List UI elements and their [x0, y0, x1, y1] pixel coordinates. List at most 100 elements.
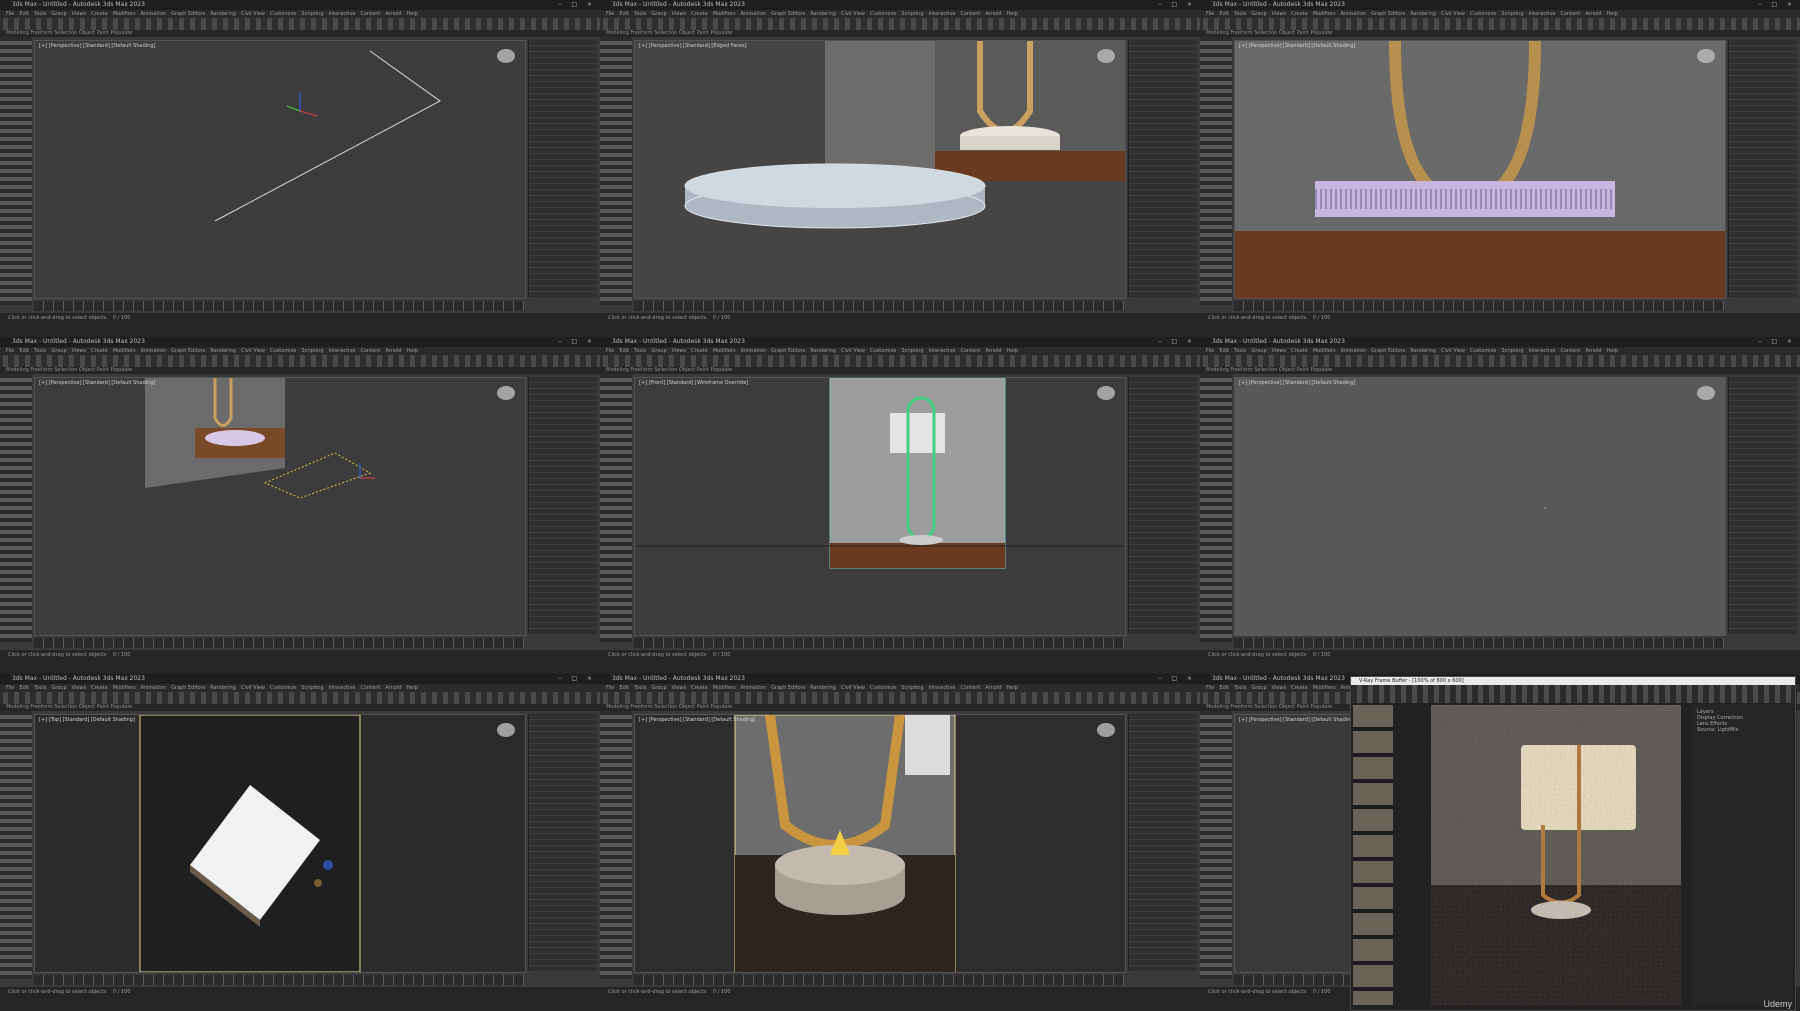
- menu-item[interactable]: Arnold: [385, 11, 401, 17]
- ribbon-tabs[interactable]: Modeling Freeform Selection Object Paint…: [600, 30, 1200, 37]
- menu-item[interactable]: Interactive: [329, 348, 356, 354]
- menu-item[interactable]: Customize: [870, 685, 896, 691]
- menu-bar[interactable]: File Edit Tools Group Views Create Modifiers An…: [0, 347, 600, 355]
- menu-item[interactable]: Group: [651, 348, 666, 354]
- window-controls[interactable]: – □ ×: [558, 337, 596, 347]
- menu-item[interactable]: Scripting: [1501, 11, 1523, 17]
- main-toolbar[interactable]: [600, 692, 1200, 704]
- left-tool-strip[interactable]: [1200, 374, 1232, 642]
- menu-item[interactable]: Animation: [1341, 11, 1367, 17]
- menu-item[interactable]: Views: [72, 11, 86, 17]
- viewport-label[interactable]: [+] [Front] [Standard] [Wireframe Overri…: [639, 380, 748, 386]
- menu-item[interactable]: Graph Editors: [171, 348, 205, 354]
- menu-item[interactable]: Scripting: [301, 348, 323, 354]
- viewport[interactable]: [+] [Perspective] [Standard] [Default Sh…: [634, 714, 1126, 973]
- menu-item[interactable]: Graph Editors: [771, 348, 805, 354]
- menu-item[interactable]: Content: [360, 11, 380, 17]
- menu-item[interactable]: Group: [651, 11, 666, 17]
- main-toolbar[interactable]: [1200, 355, 1800, 367]
- menu-item[interactable]: Tools: [634, 11, 646, 17]
- menu-item[interactable]: Help: [1607, 348, 1618, 354]
- menu-item[interactable]: Views: [672, 11, 686, 17]
- menu-item[interactable]: Customize: [270, 685, 296, 691]
- main-toolbar[interactable]: [0, 692, 600, 704]
- menu-item[interactable]: Civil View: [841, 11, 865, 17]
- menu-item[interactable]: Customize: [1470, 11, 1496, 17]
- menu-item[interactable]: Content: [1560, 348, 1580, 354]
- menu-bar[interactable]: File Edit Tools Group Views Create Modifiers An…: [600, 347, 1200, 355]
- menu-item[interactable]: Scripting: [301, 11, 323, 17]
- time-slider[interactable]: [634, 638, 1124, 648]
- menu-item[interactable]: File: [1206, 685, 1214, 691]
- menu-item[interactable]: Animation: [141, 685, 167, 691]
- menu-item[interactable]: Tools: [34, 685, 46, 691]
- menu-item[interactable]: Customize: [870, 348, 896, 354]
- menu-item[interactable]: Rendering: [810, 685, 836, 691]
- left-tool-strip[interactable]: [0, 711, 32, 979]
- menu-item[interactable]: Create: [691, 348, 708, 354]
- menu-item[interactable]: Graph Editors: [171, 685, 205, 691]
- menu-item[interactable]: Interactive: [329, 685, 356, 691]
- menu-item[interactable]: Modifiers: [713, 11, 736, 17]
- menu-item[interactable]: Customize: [1470, 348, 1496, 354]
- viewcube-icon[interactable]: [497, 723, 515, 737]
- command-panel[interactable]: [1128, 714, 1197, 971]
- menu-item[interactable]: Group: [651, 685, 666, 691]
- viewport[interactable]: [+] [Perspective] [Standard] [Default Sh…: [1234, 40, 1726, 299]
- menu-item[interactable]: Modifiers: [713, 348, 736, 354]
- ribbon-tabs[interactable]: Modeling Freeform Selection Object Paint…: [0, 30, 600, 37]
- menu-item[interactable]: File: [606, 348, 614, 354]
- menu-item[interactable]: Tools: [34, 348, 46, 354]
- viewport-label[interactable]: [+] [Perspective] [Standard] [Default Sh…: [639, 717, 755, 723]
- menu-item[interactable]: Views: [672, 685, 686, 691]
- menu-item[interactable]: Graph Editors: [771, 685, 805, 691]
- menu-item[interactable]: File: [606, 685, 614, 691]
- menu-item[interactable]: Views: [1272, 685, 1286, 691]
- menu-item[interactable]: Help: [1007, 685, 1018, 691]
- menu-item[interactable]: Edit: [1219, 348, 1229, 354]
- left-tool-strip[interactable]: [0, 374, 32, 642]
- left-tool-strip[interactable]: [600, 374, 632, 642]
- ribbon-tabs[interactable]: Modeling Freeform Selection Object Paint…: [600, 704, 1200, 711]
- main-toolbar[interactable]: [1200, 18, 1800, 30]
- main-toolbar[interactable]: [0, 18, 600, 30]
- menu-item[interactable]: Civil View: [1441, 348, 1465, 354]
- menu-item[interactable]: Interactive: [929, 348, 956, 354]
- viewcube-icon[interactable]: [1097, 723, 1115, 737]
- main-toolbar[interactable]: [600, 18, 1200, 30]
- viewport[interactable]: [+] [Perspective] [Standard] [Default Sh…: [1234, 377, 1726, 636]
- vray-frame-buffer-window[interactable]: V-Ray Frame Buffer - [100% of 800 x 600]…: [1350, 676, 1796, 1011]
- menu-item[interactable]: Rendering: [210, 11, 236, 17]
- viewport-label[interactable]: [+] [Perspective] [Standard] [Default Sh…: [1239, 43, 1355, 49]
- ribbon-tabs[interactable]: Modeling Freeform Selection Object Paint…: [600, 367, 1200, 374]
- time-slider[interactable]: [1234, 301, 1724, 311]
- menu-item[interactable]: Content: [960, 685, 980, 691]
- time-slider[interactable]: [34, 638, 524, 648]
- menu-item[interactable]: Group: [1251, 348, 1266, 354]
- time-slider[interactable]: [34, 301, 524, 311]
- menu-item[interactable]: Civil View: [241, 685, 265, 691]
- menu-item[interactable]: Arnold: [1585, 348, 1601, 354]
- time-slider[interactable]: [34, 975, 524, 985]
- time-slider[interactable]: [634, 975, 1124, 985]
- left-tool-strip[interactable]: [0, 37, 32, 305]
- menu-item[interactable]: Group: [51, 11, 66, 17]
- menu-item[interactable]: Interactive: [929, 685, 956, 691]
- viewport[interactable]: [+] [Top] [Standard] [Default Shading]: [34, 714, 526, 973]
- menu-item[interactable]: Create: [1291, 348, 1308, 354]
- menu-item[interactable]: Tools: [34, 11, 46, 17]
- main-toolbar[interactable]: [0, 355, 600, 367]
- menu-bar[interactable]: File Edit Tools Group Views Create Modifiers An…: [1200, 347, 1800, 355]
- menu-item[interactable]: Content: [360, 685, 380, 691]
- menu-item[interactable]: Graph Editors: [171, 11, 205, 17]
- menu-item[interactable]: Interactive: [929, 11, 956, 17]
- viewport-label[interactable]: [+] [Perspective] [Standard] [Default Sh…: [1239, 380, 1355, 386]
- menu-item[interactable]: Civil View: [1441, 11, 1465, 17]
- menu-item[interactable]: Scripting: [901, 348, 923, 354]
- menu-item[interactable]: Create: [1291, 685, 1308, 691]
- menu-item[interactable]: Arnold: [385, 685, 401, 691]
- viewport[interactable]: [+] [Perspective] [Standard] [Default Sh…: [34, 377, 526, 636]
- vfb-layers-panel[interactable]: Layers Display Correction Lens Effects S…: [1693, 705, 1793, 1005]
- viewport-label[interactable]: [+] [Top] [Standard] [Default Shading]: [39, 717, 135, 723]
- menu-item[interactable]: Animation: [741, 348, 767, 354]
